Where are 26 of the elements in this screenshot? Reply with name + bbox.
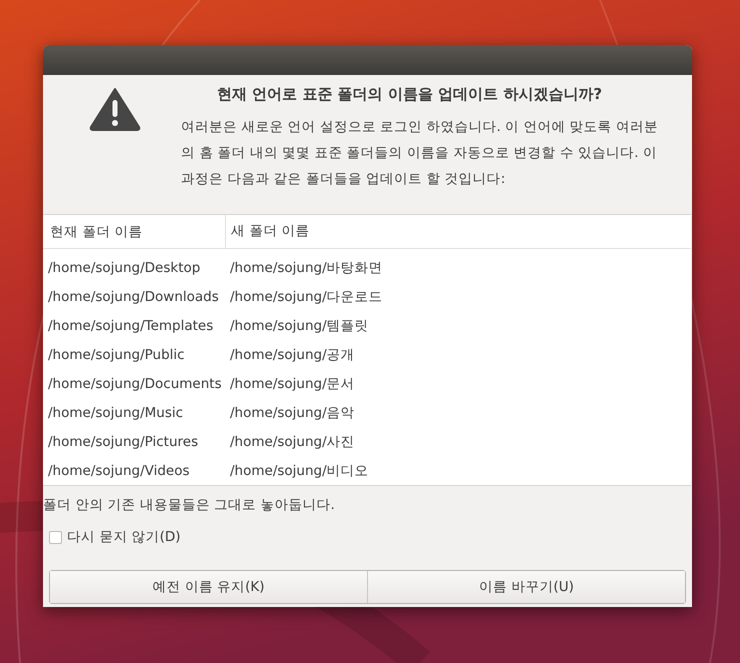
keep-names-button[interactable]: 예전 이름 유지(K) <box>50 571 367 603</box>
warning-icon <box>89 87 141 131</box>
table-cell-text: /home/sojung/다운로드 <box>229 288 384 306</box>
table-cell-text: /home/sojung/비디오 <box>229 462 370 480</box>
table-cell-text: /home/sojung/Pictures <box>47 434 200 450</box>
table-cell-text: /home/sojung/Documents <box>47 376 223 392</box>
checkbox-label[interactable]: 다시 묻지 않기(D) <box>67 528 181 546</box>
rename-button[interactable]: 이름 바꾸기(U) <box>367 571 685 603</box>
table-cell-text: /home/sojung/Public <box>47 346 186 362</box>
column-header[interactable]: 현재 폴더 이름 <box>43 222 225 240</box>
dialog-heading: 현재 언어로 표준 폴더의 이름을 업데이트 하시겠습니까? <box>217 85 604 104</box>
table-cell-text: /home/sojung/Music <box>47 404 184 420</box>
note-text: 폴더 안의 기존 내용물들은 그대로 놓아둡니다. <box>43 496 335 514</box>
column-header[interactable]: 새 폴더 이름 <box>225 215 691 248</box>
table-cell-text: /home/sojung/문서 <box>229 374 356 392</box>
table-cell-text: /home/sojung/음악 <box>229 404 356 422</box>
table-cell-text: /home/sojung/Desktop <box>47 260 202 276</box>
table-cell-text: /home/sojung/템플릿 <box>229 316 370 334</box>
table-cell-text: /home/sojung/사진 <box>229 432 356 450</box>
table-cell-text: /home/sojung/바탕화면 <box>229 258 384 276</box>
dialog-message: 여러분은 새로운 언어 설정으로 로그인 하였습니다. 이 언어에 맞도록 여러분의 홈 폴더 내의 몇몇 표준 폴더들의 이름을 자동으로 변경할 수 있습니다. 이 과정은 다음과 같은 폴더들을 업데이트 할 것입니다: <box>181 118 659 189</box>
table-cell-text: /home/sojung/Videos <box>47 462 190 478</box>
checkbox[interactable] <box>49 530 62 544</box>
table-cell-text: /home/sojung/공개 <box>229 346 356 364</box>
table-cell-text: /home/sojung/Templates <box>47 318 214 334</box>
table-cell-text: /home/sojung/Downloads <box>47 288 220 304</box>
